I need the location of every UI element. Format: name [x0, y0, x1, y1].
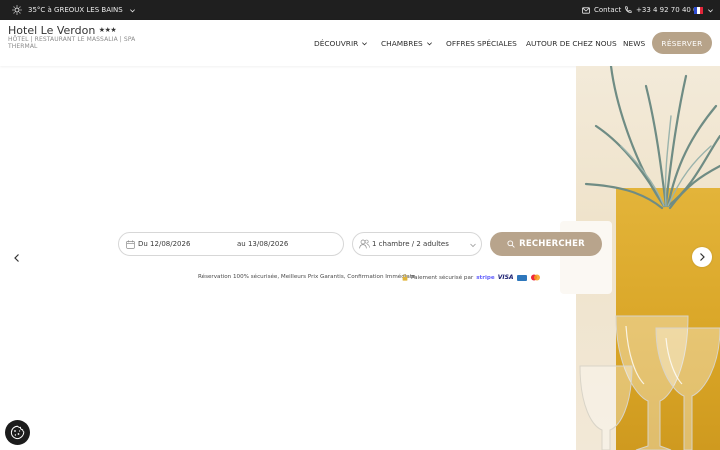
- lock-icon: [402, 274, 408, 281]
- nav-around[interactable]: AUTOUR DE CHEZ NOUS: [526, 20, 617, 66]
- chevron-left-icon: [14, 254, 19, 262]
- mail-icon: [582, 6, 590, 14]
- chevron-down-icon: [470, 243, 476, 248]
- language-selector[interactable]: [694, 0, 714, 20]
- check-out-date[interactable]: au 13/08/2026: [237, 240, 288, 248]
- amex-card-icon: [516, 274, 527, 281]
- hotel-tagline: HÔTEL | RESTAURANT LE MASSALIA | SPA THE…: [8, 36, 136, 50]
- nav-discover[interactable]: DÉCOUVRIR: [314, 20, 368, 66]
- sun-icon: [12, 5, 22, 15]
- nav-rooms[interactable]: CHAMBRES: [381, 20, 433, 66]
- slider-next-button[interactable]: [692, 247, 712, 267]
- mastercard-icon: [530, 274, 540, 281]
- search-button-label: RECHERCHER: [519, 239, 585, 249]
- french-flag-icon: [694, 6, 703, 14]
- visa-logo: VISA: [497, 274, 514, 281]
- chevron-down-icon: [708, 8, 713, 12]
- nav-rooms-label: CHAMBRES: [381, 38, 423, 48]
- booking-guarantee-text: Réservation 100% sécurisée, Meilleurs Pr…: [198, 274, 416, 280]
- cookie-icon: [10, 425, 25, 440]
- check-in-date[interactable]: Du 12/08/2026: [138, 240, 190, 248]
- chevron-down-icon: [362, 41, 368, 45]
- phone-link[interactable]: +33 4 92 70 40 03: [624, 0, 702, 20]
- people-icon: [359, 239, 370, 249]
- calendar-icon: [126, 240, 135, 249]
- hotel-stars: ★★★: [98, 26, 117, 34]
- guests-value: 1 chambre / 2 adultes: [372, 240, 449, 248]
- secure-payment-info: Paiement sécurisé par stripe VISA: [402, 273, 541, 282]
- chevron-down-icon: [129, 8, 135, 12]
- guests-selector[interactable]: 1 chambre / 2 adultes: [352, 232, 482, 256]
- nav-around-label: AUTOUR DE CHEZ NOUS: [526, 38, 617, 48]
- nav-discover-label: DÉCOUVRIR: [314, 38, 359, 48]
- phone-number: +33 4 92 70 40 03: [636, 6, 702, 14]
- cookie-settings-button[interactable]: [5, 420, 30, 445]
- contact-label: Contact: [594, 6, 622, 14]
- nav-news[interactable]: NEWS: [623, 20, 645, 66]
- weather-text: 35°C à GREOUX LES BAINS: [28, 6, 123, 14]
- nav-offers[interactable]: OFFRES SPÉCIALES: [446, 20, 517, 66]
- chevron-down-icon: [426, 41, 432, 45]
- contact-link[interactable]: Contact: [582, 0, 621, 20]
- slider-prev-button[interactable]: [10, 250, 24, 264]
- stripe-logo: stripe: [476, 274, 495, 281]
- chevron-right-icon: [700, 253, 705, 261]
- main-header: Hotel Le Verdon ★★★ HÔTEL | RESTAURANT L…: [0, 20, 720, 66]
- top-bar: 35°C à GREOUX LES BAINS Contact +33 4 92…: [0, 0, 720, 20]
- nav-offers-label: OFFRES SPÉCIALES: [446, 38, 517, 48]
- phone-icon: [625, 6, 632, 13]
- date-range-field[interactable]: Du 12/08/2026 au 13/08/2026: [118, 232, 344, 256]
- payment-text: Paiement sécurisé par: [411, 274, 474, 281]
- nav-news-label: NEWS: [623, 38, 646, 48]
- search-icon: [507, 240, 515, 248]
- weather-widget[interactable]: 35°C à GREOUX LES BAINS: [12, 0, 136, 20]
- search-button[interactable]: RECHERCHER: [490, 232, 602, 256]
- reserve-button[interactable]: RÉSERVER: [652, 32, 712, 54]
